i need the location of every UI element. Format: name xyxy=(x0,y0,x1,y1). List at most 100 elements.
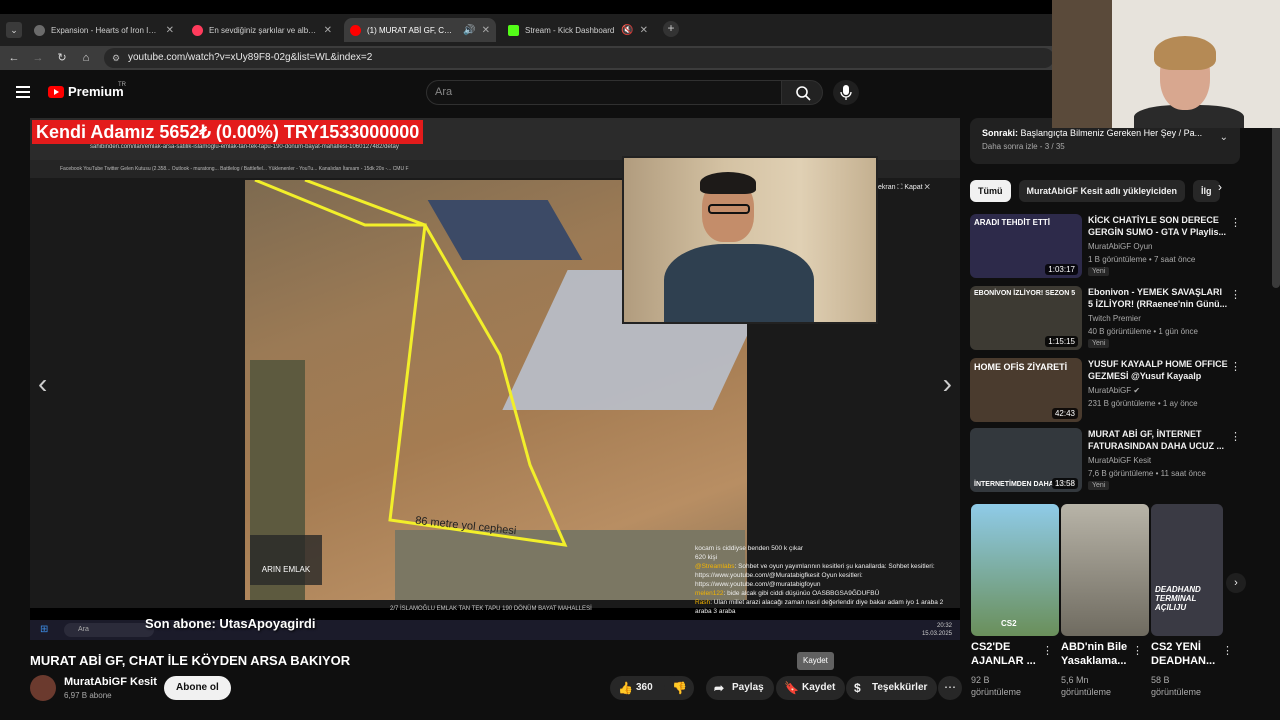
brand-name: Premium xyxy=(68,84,124,99)
dislike-button[interactable]: 👎 xyxy=(664,676,694,700)
channel-name[interactable]: MuratAbiGF Oyun xyxy=(1088,242,1152,251)
search-button[interactable] xyxy=(781,80,823,105)
video-thumbnail[interactable]: EBONİVON İZLİYOR! SEZON 5 1:15:15 xyxy=(970,286,1082,350)
video-title[interactable]: YUSUF KAYAALP HOME OFFICE GEZMESİ @Yusuf… xyxy=(1088,358,1228,382)
speaker-icon[interactable]: 🔊 xyxy=(463,25,475,36)
tab-music[interactable]: En sevdiğiniz şarkılar ve albümle ✕ xyxy=(186,18,338,42)
more-options-icon[interactable]: ⋮ xyxy=(1042,644,1053,657)
arin-emlak-logo: ARIN EMLAK xyxy=(250,535,322,585)
short-title[interactable]: ABD'nin Bile Yasaklama... xyxy=(1061,640,1133,668)
short-thumbnail[interactable]: DEADHAND TERMINAL AÇILIJU xyxy=(1151,504,1223,636)
screen-label: ekran xyxy=(878,184,896,191)
chevron-down-icon[interactable]: ⌄ xyxy=(1220,132,1228,143)
close-icon[interactable]: ✕ xyxy=(324,25,332,36)
share-icon: ➦ xyxy=(714,681,725,695)
back-icon[interactable]: ← xyxy=(6,50,22,66)
tab-kick[interactable]: Stream - Kick Dashboard 🔇 ✕ xyxy=(502,18,654,42)
home-icon[interactable]: ⌂ xyxy=(78,50,94,66)
tab-title: Stream - Kick Dashboard xyxy=(525,25,615,35)
video-meta: 7,6 B görüntüleme • 11 saat önce xyxy=(1088,469,1206,478)
video-meta: 1 B görüntüleme • 7 saat önce xyxy=(1088,255,1196,264)
video-title[interactable]: KİCK CHATİYLE SON DERECE GERGİN SUMO - G… xyxy=(1088,214,1228,238)
next-image-arrow-icon[interactable]: › xyxy=(943,368,952,400)
recommended-video[interactable]: HOME OFİS ZİYARETİ 42:43 YUSUF KAYAALP H… xyxy=(970,358,1241,426)
url-input[interactable]: ⚙ youtube.com/watch?v=xUy89F8-02g&list=W… xyxy=(104,48,1054,68)
short-thumbnail[interactable]: CS2 xyxy=(971,504,1059,636)
video-title[interactable]: MURAT ABİ GF, İNTERNET FATURASINDAN DAHA… xyxy=(1088,428,1228,452)
youtube-favicon-icon xyxy=(350,24,361,36)
close-icon[interactable]: ✕ xyxy=(640,25,648,36)
video-thumbnail[interactable]: ARADI TEHDİT ETTİ 1:03:17 xyxy=(970,214,1082,278)
more-options-icon[interactable]: ⋮ xyxy=(1132,644,1143,657)
taskbar-search: Ara xyxy=(64,623,154,637)
chip-uploader[interactable]: MuratAbiGF Kesit adlı yükleyiciden xyxy=(1018,180,1186,202)
mute-icon[interactable]: 🔇 xyxy=(621,25,633,36)
tab-search-button[interactable]: ⌄ xyxy=(6,22,22,38)
more-options-icon[interactable]: ⋮ xyxy=(1230,288,1241,301)
chip-all[interactable]: Tümü xyxy=(970,180,1011,202)
duration-badge: 13:58 xyxy=(1051,478,1078,489)
chevron-right-icon[interactable]: › xyxy=(1226,573,1246,593)
thanks-label: Teşekkürler xyxy=(872,682,928,693)
tab-hoi4[interactable]: Expansion - Hearts of Iron IV: N ✕ xyxy=(28,18,180,42)
subscribe-button[interactable]: Abone ol xyxy=(164,676,231,700)
streamer-body xyxy=(664,244,814,322)
tab-youtube-active[interactable]: (1) MURAT ABİ GF, CHAT İLE 🔊 ✕ xyxy=(344,18,496,42)
site-info-icon[interactable]: ⚙ xyxy=(112,48,120,68)
youtube-logo[interactable]: Premium TR xyxy=(48,82,126,99)
thumbs-up-icon: 👍 xyxy=(618,681,633,695)
more-options-icon[interactable]: ⋮ xyxy=(1230,430,1241,443)
more-options-icon[interactable]: ⋮ xyxy=(1222,644,1233,657)
channel-avatar[interactable] xyxy=(30,675,56,701)
more-options-icon[interactable]: ⋮ xyxy=(1230,216,1241,229)
channel-name[interactable]: Twitch Premier xyxy=(1088,314,1141,323)
close-icon[interactable]: ✕ xyxy=(166,25,174,36)
thumbnail-text: HOME OFİS ZİYARETİ xyxy=(974,362,1068,372)
youtube-play-icon xyxy=(48,85,64,98)
verified-icon: ✔ xyxy=(1133,386,1141,395)
short-thumb-text: CS2 xyxy=(1001,619,1017,628)
save-button[interactable]: 🔖 Kaydet xyxy=(776,676,846,700)
bookmark-icon: 🔖 xyxy=(784,681,799,695)
region-code: TR xyxy=(118,82,126,88)
page-scrollbar[interactable] xyxy=(1272,118,1280,288)
new-tab-button[interactable]: + xyxy=(663,21,679,37)
channel-name[interactable]: MuratAbiGF Kesit xyxy=(1088,456,1151,465)
next-label: Sonraki: xyxy=(982,128,1019,138)
fullscreen-controls[interactable]: ekran ⛶ Kapat ✕ xyxy=(878,184,930,192)
video-title[interactable]: Ebonivon - YEMEK SAVAŞLARI 5 İZLİYOR! (R… xyxy=(1088,286,1228,310)
chip-related[interactable]: İlg xyxy=(1193,180,1220,202)
chat-line: kocam is ciddiyse benden 500 k çıkar xyxy=(695,545,804,552)
short-title[interactable]: CS2'DE AJANLAR ... xyxy=(971,640,1043,668)
filter-chips: Tümü MuratAbiGF Kesit adlı yükleyiciden … xyxy=(970,180,1220,202)
tab-title: (1) MURAT ABİ GF, CHAT İLE xyxy=(367,25,457,35)
next-title: Başlangıçta Bilmeniz Gereken Her Şey / P… xyxy=(1020,128,1203,138)
close-icon[interactable]: ✕ xyxy=(482,25,490,36)
video-player[interactable]: sahibinden.com/ilan/emlak-arsa-satilik-i… xyxy=(30,118,960,640)
channel-name[interactable]: MuratAbiGF Kesit xyxy=(64,676,157,688)
duration-badge: 1:03:17 xyxy=(1045,264,1078,275)
channel-name[interactable]: MuratAbiGF ✔ xyxy=(1088,386,1140,395)
voice-search-button[interactable] xyxy=(833,80,859,105)
recommended-video[interactable]: EBONİVON İZLİYOR! SEZON 5 1:15:15 Eboniv… xyxy=(970,286,1241,354)
forward-icon[interactable]: → xyxy=(30,50,46,66)
short-meta: 92 Bgörüntüleme xyxy=(971,675,1022,697)
tab-favicon-icon xyxy=(34,24,45,36)
menu-icon[interactable] xyxy=(16,86,30,98)
thanks-button[interactable]: $ Teşekkürler xyxy=(846,676,938,700)
recommended-video[interactable]: ARADI TEHDİT ETTİ 1:03:17 KİCK CHATİYLE … xyxy=(970,214,1241,282)
more-options-icon[interactable]: ⋮ xyxy=(1230,360,1241,373)
short-thumb-text: DEADHAND TERMINAL AÇILIJU xyxy=(1155,585,1201,612)
video-thumbnail[interactable]: HOME OFİS ZİYARETİ 42:43 xyxy=(970,358,1082,422)
recommended-video[interactable]: İNTERNETİMDEN DAHA UCUZ 13:58 MURAT ABİ … xyxy=(970,428,1241,496)
reload-icon[interactable]: ↻ xyxy=(54,50,70,66)
streamer-hair xyxy=(700,172,756,194)
video-thumbnail[interactable]: İNTERNETİMDEN DAHA UCUZ 13:58 xyxy=(970,428,1082,492)
more-actions-icon[interactable]: ⋯ xyxy=(938,676,962,700)
prev-image-arrow-icon[interactable]: ‹ xyxy=(38,368,47,400)
chevron-right-icon[interactable]: › xyxy=(1218,180,1222,194)
short-thumbnail[interactable] xyxy=(1061,504,1149,636)
share-button[interactable]: ➦ Paylaş xyxy=(706,676,774,700)
short-title[interactable]: CS2 YENİ DEADHAN... xyxy=(1151,640,1223,668)
search-input[interactable]: Ara xyxy=(426,80,782,105)
